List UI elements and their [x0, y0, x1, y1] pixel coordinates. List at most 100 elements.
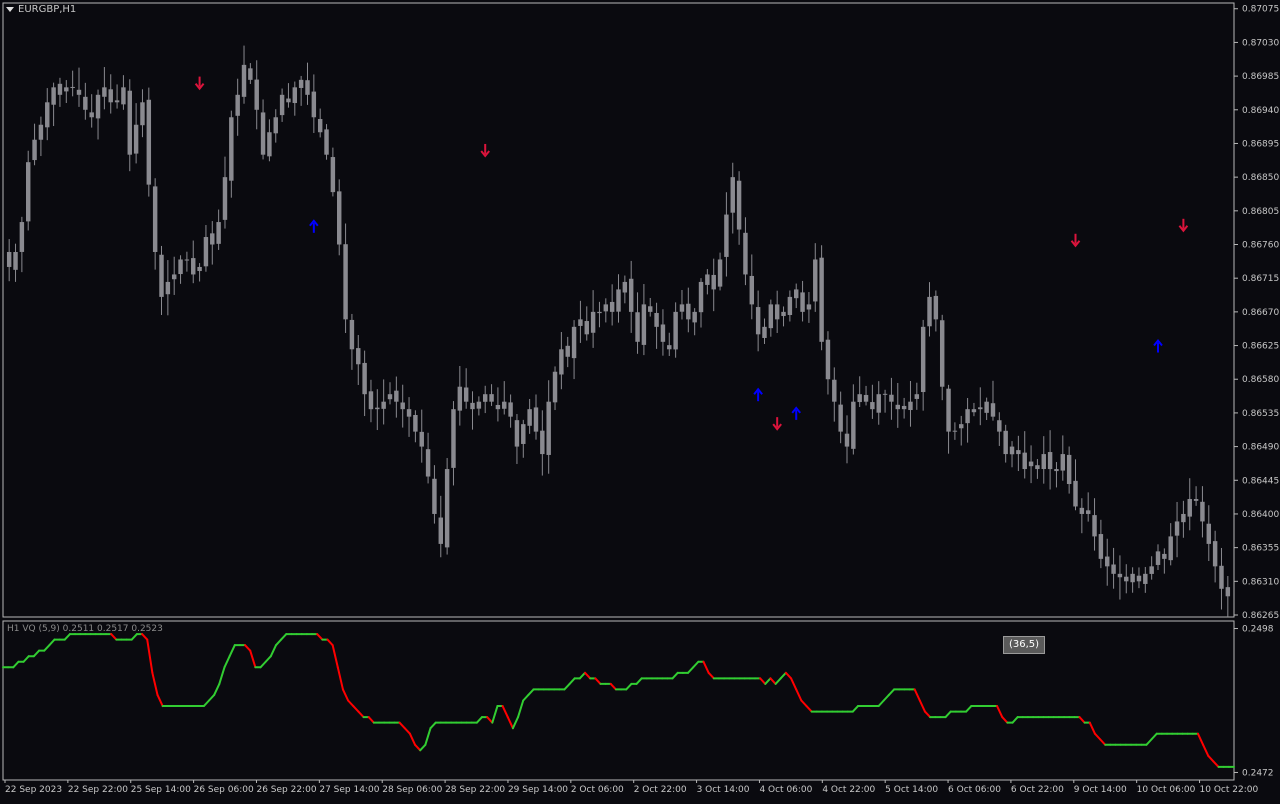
- y-tick-label: 0.86580: [1242, 375, 1279, 385]
- y-tick-label: 0.86400: [1242, 510, 1279, 520]
- candle-body: [1143, 573, 1148, 584]
- candle-body: [356, 348, 361, 365]
- candle-body: [381, 401, 386, 409]
- candle-body: [248, 68, 253, 80]
- price-chart[interactable]: 0.87075 0.87030 0.86985 0.86940 0.86895 0.868…: [0, 0, 1280, 800]
- candle-body: [292, 87, 298, 104]
- candle-body: [730, 177, 735, 213]
- candle-body: [1149, 566, 1154, 574]
- vq-line-segment: [1212, 760, 1220, 768]
- vq-line-segment: [882, 693, 890, 702]
- vq-line-segment: [424, 727, 432, 746]
- candle-body: [1200, 501, 1205, 522]
- candle-body: [387, 394, 393, 400]
- candle-body: [1111, 564, 1116, 574]
- x-tick-label: 29 Sep 14:00: [508, 785, 568, 795]
- vq-line-segment: [692, 660, 700, 669]
- symbol-title: EURGBP,H1: [18, 4, 77, 15]
- candle-body: [438, 517, 444, 544]
- candle-body: [927, 296, 932, 327]
- vq-line-segment: [1093, 732, 1102, 741]
- vq-line-segment: [316, 633, 324, 641]
- vq-line-segment: [609, 682, 617, 691]
- candle-body: [502, 401, 507, 409]
- vq-line-segment: [208, 693, 216, 702]
- dropdown-triangle-icon[interactable]: [6, 7, 14, 12]
- vq-line-segment: [408, 732, 417, 746]
- candle-body: [857, 394, 862, 403]
- vq-line-segment: [1196, 732, 1205, 746]
- vq-line-segment: [687, 666, 695, 674]
- candle-body: [152, 186, 158, 252]
- candle-body: [95, 94, 101, 119]
- up-arrow-icon: [1153, 338, 1163, 353]
- candle-body: [965, 409, 970, 424]
- vq-line-segment: [331, 644, 339, 669]
- x-tick-label: 26 Sep 06:00: [194, 785, 254, 795]
- vq-line-segment: [259, 660, 267, 669]
- vq-line-segment: [944, 710, 952, 719]
- candle-body: [203, 237, 209, 267]
- candle-body: [45, 102, 50, 128]
- candle-body: [914, 394, 920, 399]
- candle-body: [330, 157, 336, 193]
- down-arrow-icon: [772, 417, 782, 431]
- candle-body: [844, 433, 850, 447]
- candle-body: [565, 345, 570, 357]
- candle-body: [146, 99, 152, 185]
- up-arrow-icon: [753, 387, 763, 402]
- candle-body: [1016, 450, 1021, 455]
- candle-body: [1193, 498, 1199, 501]
- x-tick-label: 5 Oct 14:00: [885, 785, 938, 795]
- candle-body: [1225, 587, 1231, 597]
- vq-line-segment: [522, 693, 530, 702]
- candle-body: [959, 424, 964, 429]
- y-tick-label: 0.86490: [1242, 443, 1279, 453]
- vq-line-segment: [779, 671, 787, 680]
- candle-body: [800, 292, 805, 312]
- vq-line-segment: [341, 688, 350, 702]
- candle-body: [102, 87, 107, 97]
- candle-body: [51, 87, 56, 105]
- candle-body: [159, 254, 164, 297]
- candle-body: [133, 124, 139, 154]
- candle-body: [851, 401, 856, 449]
- candle-body: [6, 251, 12, 267]
- x-tick-label: 2 Oct 06:00: [571, 785, 624, 795]
- candle-body: [933, 295, 939, 320]
- candle-body: [1117, 573, 1123, 578]
- vq-line-segment: [22, 655, 30, 663]
- candle-body: [38, 124, 44, 140]
- y-tick-label: 0.86715: [1242, 274, 1279, 284]
- vq-line-segment: [671, 671, 679, 680]
- x-tick-label: 4 Oct 22:00: [822, 785, 875, 795]
- candle-body: [140, 102, 145, 126]
- vq-line-segment: [403, 727, 411, 735]
- candle-body: [32, 139, 37, 161]
- vq-line-segment: [594, 677, 602, 685]
- vq-line-segment: [475, 716, 484, 724]
- candle-body: [57, 83, 63, 95]
- chart-window[interactable]: 0.87075 0.87030 0.86985 0.86940 0.86895 0.868…: [0, 0, 1280, 800]
- candle-body: [1219, 565, 1224, 589]
- candle-body: [165, 281, 171, 295]
- vq-line-segment: [43, 644, 51, 652]
- vq-line-segment: [151, 671, 159, 696]
- candle-body: [825, 339, 831, 380]
- indicator-pane-frame: [2, 620, 1235, 781]
- candle-body: [793, 289, 799, 299]
- y-tick-label: 0.87030: [1242, 38, 1279, 48]
- candle-body: [1079, 507, 1085, 514]
- candle-body: [127, 90, 132, 155]
- candle-body: [406, 409, 412, 417]
- vq-line-segment: [336, 666, 344, 691]
- symbol-label[interactable]: EURGBP,H1: [6, 4, 76, 15]
- vq-line-segment: [347, 699, 355, 708]
- candle-body: [1174, 521, 1180, 536]
- vq-line-segment: [527, 688, 535, 696]
- candle-body: [533, 407, 539, 432]
- vq-line-segment: [851, 705, 860, 713]
- x-tick-label: 2 Oct 22:00: [634, 785, 687, 795]
- candle-body: [476, 401, 482, 409]
- candle-body: [368, 391, 374, 410]
